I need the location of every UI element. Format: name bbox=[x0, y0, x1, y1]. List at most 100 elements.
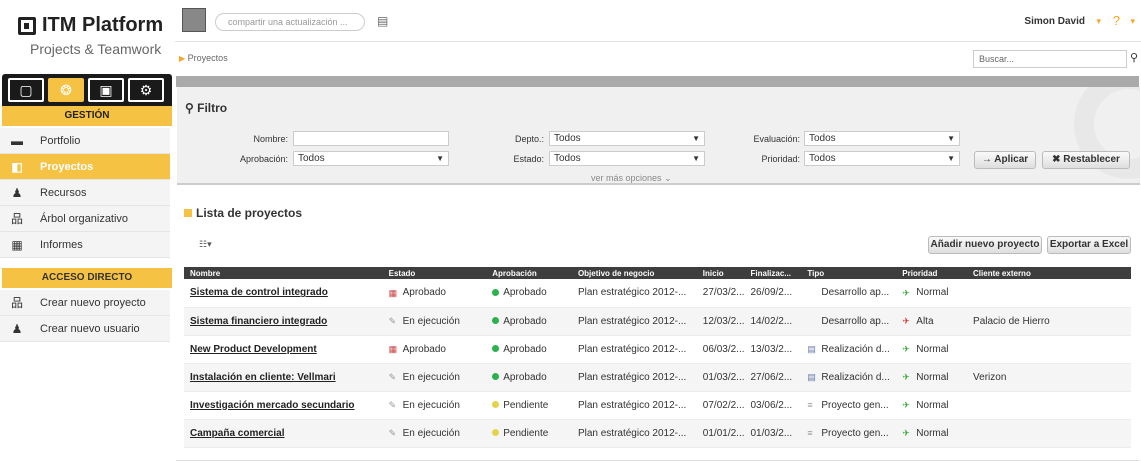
estado-cell: ✎ En ejecución bbox=[382, 363, 487, 392]
col-finalizacion[interactable]: Finalizac... bbox=[744, 267, 802, 279]
export-excel-button[interactable]: Exportar a Excel bbox=[1047, 236, 1131, 254]
sidebar-item-recursos[interactable]: ♟ Recursos bbox=[0, 180, 170, 206]
apply-button[interactable]: → Aplicar bbox=[974, 151, 1036, 169]
priority-pin-icon: ✈ bbox=[902, 343, 910, 354]
table-row[interactable]: Instalación en cliente: Vellmari ✎ En ejec… bbox=[184, 363, 1131, 392]
table-row[interactable]: Campaña comercial ✎ En ejecución Pendiente P… bbox=[184, 419, 1131, 448]
col-cliente[interactable]: Cliente externo bbox=[967, 267, 1131, 279]
chevron-down-icon[interactable]: ▾ bbox=[1130, 16, 1135, 27]
col-inicio[interactable]: Inicio bbox=[696, 267, 745, 279]
table-header: Nombre Estado Aprobación Objetivo de neg… bbox=[184, 267, 1131, 279]
estado-text: En ejecución bbox=[402, 427, 460, 439]
divider bbox=[176, 460, 1139, 461]
add-project-button[interactable]: Añadir nuevo proyecto bbox=[928, 236, 1042, 254]
status-dot-icon bbox=[492, 373, 500, 381]
shortcut-new-user[interactable]: ♟ Crear nuevo usuario bbox=[0, 316, 170, 342]
project-name-link[interactable]: Instalación en cliente: Vellmari bbox=[184, 363, 383, 392]
search-input[interactable]: Buscar... bbox=[973, 50, 1127, 68]
document-icon: ▤ bbox=[807, 371, 816, 382]
tipo-cell: ≡ Proyecto gen... bbox=[801, 419, 897, 448]
execution-icon: ✎ bbox=[388, 427, 397, 438]
section-acceso-directo: ACCESO DIRECTO bbox=[2, 268, 172, 288]
projects-module-icon[interactable]: ❂ bbox=[48, 78, 84, 102]
logo[interactable]: ITM Platform Projects & Teamwork bbox=[0, 0, 175, 74]
sidebar-item-label: Proyectos bbox=[40, 161, 94, 173]
search-icon: ⚲ bbox=[185, 101, 194, 115]
table-row[interactable]: Sistema de control integrado ▦ Aprobado Apr… bbox=[184, 279, 1131, 308]
chevron-down-icon[interactable]: ▾ bbox=[1096, 16, 1101, 27]
more-options-link[interactable]: ver más opciones ⌄ bbox=[591, 173, 672, 183]
search-icon[interactable]: ⚲ bbox=[1130, 51, 1138, 64]
execution-icon: ✎ bbox=[388, 371, 397, 382]
sidebar-item-portfolio[interactable]: ▬ Portfolio bbox=[0, 128, 170, 154]
aprobacion-select[interactable]: Todos ▼ bbox=[293, 151, 449, 166]
list-icon: ≡ bbox=[807, 427, 813, 438]
help-icon[interactable]: ? bbox=[1113, 13, 1120, 28]
reset-button[interactable]: ✖ Restablecer bbox=[1042, 151, 1130, 169]
status-dot-icon bbox=[492, 289, 500, 297]
col-objetivo[interactable]: Objetivo de negocio bbox=[571, 267, 697, 279]
depto-select[interactable]: Todos ▼ bbox=[549, 131, 705, 146]
breadcrumb-item[interactable]: Proyectos bbox=[188, 53, 228, 63]
table-row[interactable]: New Product Development ▦ Aprobado Aprobado… bbox=[184, 335, 1131, 364]
share-update-input[interactable]: compartir una actualización ... bbox=[215, 13, 365, 31]
reports-icon: ▦ bbox=[11, 238, 23, 252]
objetivo-cell: Plan estratégico 2012-... bbox=[571, 307, 697, 336]
sidebar-item-proyectos[interactable]: ◧ Proyectos bbox=[0, 154, 170, 180]
evaluacion-select[interactable]: Todos ▼ bbox=[804, 131, 960, 146]
aprobacion-text: Aprobado bbox=[503, 287, 547, 299]
estado-text: En ejecución bbox=[402, 371, 460, 383]
table-row[interactable]: Investigación mercado secundario ✎ En ejec… bbox=[184, 391, 1131, 420]
column-chooser-icon[interactable]: ☷▾ bbox=[199, 239, 212, 250]
calendar-module-icon[interactable]: ▢ bbox=[8, 78, 44, 102]
nombre-input[interactable] bbox=[293, 131, 449, 146]
shortcut-new-project[interactable]: 品 Crear nuevo proyecto bbox=[0, 290, 170, 316]
section-marker-icon bbox=[184, 209, 192, 217]
inicio-cell: 27/03/2... bbox=[696, 279, 745, 308]
list-icon: ≡ bbox=[807, 399, 813, 410]
cliente-cell bbox=[967, 391, 1131, 420]
col-prioridad[interactable]: Prioridad bbox=[896, 267, 968, 279]
avatar[interactable] bbox=[182, 8, 206, 32]
more-options-text: ver más opciones bbox=[591, 173, 662, 183]
cliente-cell bbox=[967, 279, 1131, 308]
project-name-link[interactable]: Sistema de control integrado bbox=[184, 279, 383, 308]
col-nombre[interactable]: Nombre bbox=[184, 267, 383, 279]
blank-icon bbox=[807, 316, 817, 326]
objetivo-cell: Plan estratégico 2012-... bbox=[571, 391, 697, 420]
cliente-cell: Palacio de Hierro bbox=[967, 307, 1131, 336]
col-tipo[interactable]: Tipo bbox=[801, 267, 897, 279]
filter-title-text: Filtro bbox=[197, 101, 228, 115]
estado-select[interactable]: Todos ▼ bbox=[549, 151, 705, 166]
objetivo-cell: Plan estratégico 2012-... bbox=[571, 419, 697, 448]
settings-module-icon[interactable]: ⚙ bbox=[128, 78, 164, 102]
table-row[interactable]: Sistema financiero integrado ✎ En ejecució… bbox=[184, 307, 1131, 336]
prioridad-select[interactable]: Todos ▼ bbox=[804, 151, 960, 166]
col-estado[interactable]: Estado bbox=[382, 267, 487, 279]
section-gestion: GESTIÓN bbox=[2, 106, 172, 126]
document-icon: ▤ bbox=[807, 343, 816, 354]
select-value: Todos bbox=[554, 133, 581, 144]
sidebar-item-informes[interactable]: ▦ Informes bbox=[0, 232, 170, 258]
estado-cell: ✎ En ejecución bbox=[382, 391, 487, 420]
user-menu[interactable]: Simon David bbox=[1024, 16, 1085, 27]
chevron-down-icon: ▼ bbox=[692, 154, 700, 163]
estado-cell: ✎ En ejecución bbox=[382, 307, 487, 336]
clipboard-module-icon[interactable]: ▣ bbox=[88, 78, 124, 102]
col-aprobacion[interactable]: Aprobación bbox=[486, 267, 572, 279]
sidebar-item-label: Recursos bbox=[40, 187, 87, 199]
sidebar-item-arbol[interactable]: 品 Árbol organizativo bbox=[0, 206, 170, 232]
select-value: Todos bbox=[298, 153, 325, 164]
aprobacion-cell: Pendiente bbox=[486, 391, 572, 420]
project-name-link[interactable]: New Product Development bbox=[184, 335, 383, 364]
project-name-link[interactable]: Sistema financiero integrado bbox=[184, 307, 383, 336]
project-name-link[interactable]: Investigación mercado secundario bbox=[184, 391, 383, 420]
messages-icon[interactable]: ▤ bbox=[377, 14, 388, 28]
tipo-cell: Desarrollo ap... bbox=[801, 279, 897, 308]
chevron-down-icon: ▼ bbox=[436, 154, 444, 163]
status-dot-icon bbox=[492, 345, 500, 353]
priority-pin-icon: ✈ bbox=[902, 315, 910, 326]
tipo-cell: ≡ Proyecto gen... bbox=[801, 391, 897, 420]
project-name-link[interactable]: Campaña comercial bbox=[184, 419, 383, 448]
objetivo-cell: Plan estratégico 2012-... bbox=[571, 335, 697, 364]
